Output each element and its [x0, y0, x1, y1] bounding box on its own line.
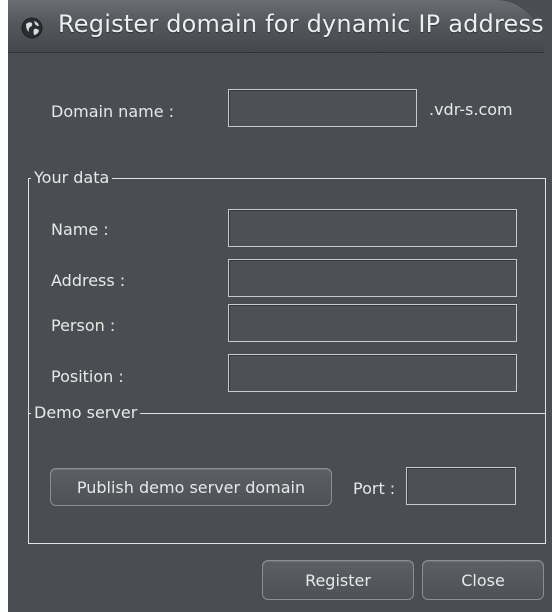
domain-name-label: Domain name : [51, 102, 175, 121]
window-title: Register domain for dynamic IP address [58, 10, 544, 38]
position-input[interactable] [228, 354, 517, 392]
title-bar: Register domain for dynamic IP address [8, 0, 544, 53]
address-label: Address : [51, 271, 126, 290]
register-button[interactable]: Register [262, 560, 414, 600]
domain-suffix-label: .vdr-s.com [429, 100, 513, 119]
port-label: Port : [353, 479, 396, 498]
register-domain-dialog: Register domain for dynamic IP address D… [8, 0, 552, 612]
position-label: Position : [51, 367, 124, 386]
port-input[interactable] [406, 467, 516, 505]
address-input[interactable] [228, 259, 517, 297]
your-data-legend: Your data [31, 168, 113, 187]
name-label: Name : [51, 220, 109, 239]
person-input[interactable] [228, 304, 517, 342]
name-input[interactable] [228, 209, 517, 247]
demo-server-legend: Demo server [31, 403, 141, 422]
globe-icon [21, 17, 43, 39]
publish-demo-server-button[interactable]: Publish demo server domain [50, 468, 332, 506]
person-label: Person : [51, 316, 116, 335]
close-button[interactable]: Close [422, 560, 544, 600]
domain-name-input[interactable] [228, 89, 417, 127]
